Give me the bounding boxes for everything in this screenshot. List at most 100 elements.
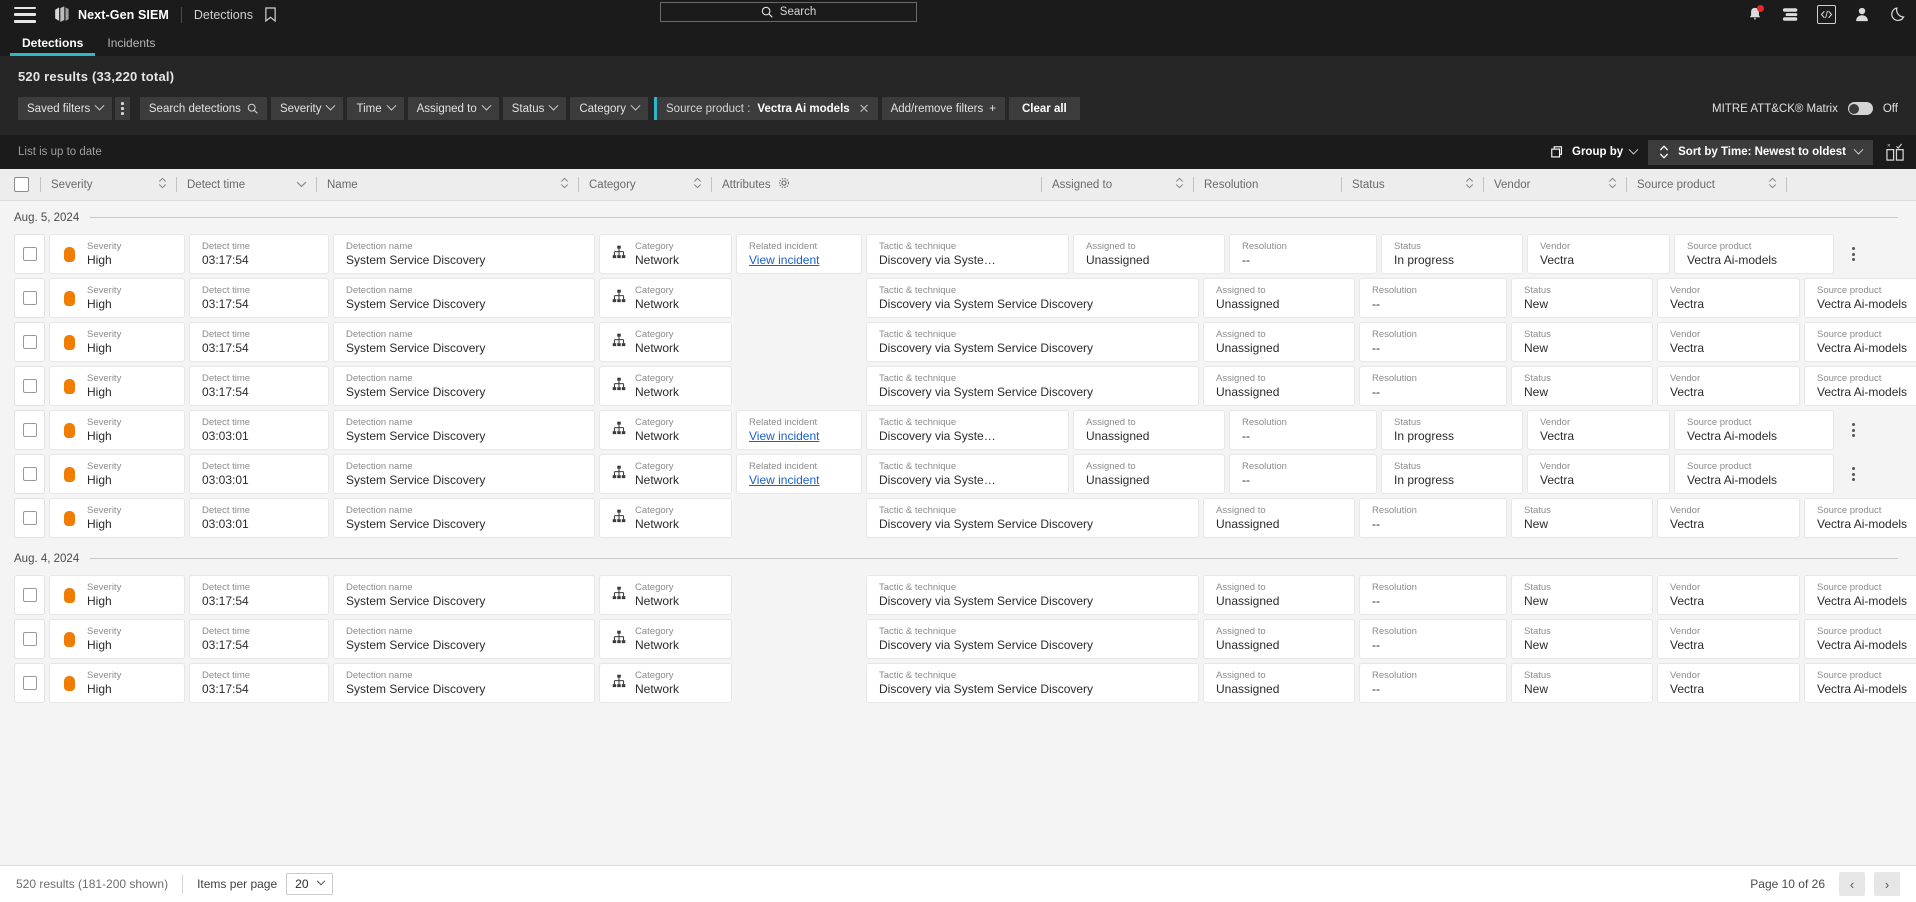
row-select-checkbox[interactable] [14,663,45,703]
column-header-vendor[interactable]: Vendor [1483,169,1626,200]
sort-toggle-icon[interactable] [1768,177,1777,192]
row-actions-button[interactable] [1838,234,1868,274]
mitre-matrix-toggle[interactable] [1847,102,1873,115]
row-select-checkbox[interactable] [14,454,45,494]
sort-by-button[interactable]: Sort by Time: Newest to oldest [1648,139,1873,165]
cell-detect-time: Detect time 03:17:54 [189,663,329,703]
column-header-assigned-to[interactable]: Assigned to [1041,169,1193,200]
column-header-name[interactable]: Name [316,169,578,200]
bookmark-icon[interactable] [264,7,277,22]
notifications-bell-icon[interactable] [1745,4,1765,25]
cell-value: In progress [1394,472,1455,487]
cell-value[interactable]: View incident [749,473,861,488]
code-icon[interactable] [1817,5,1836,24]
table-row[interactable]: Severity High Detect time 03:17:54 Detection… [14,278,1916,318]
filter-status-button[interactable]: Status [502,97,567,120]
next-page-button[interactable]: › [1874,872,1900,896]
column-header-resolution[interactable]: Resolution [1193,169,1341,200]
filter-assigned-to-button[interactable]: Assigned to [407,97,499,120]
row-select-checkbox[interactable] [14,278,45,318]
table-row[interactable]: Severity High Detect time 03:17:54 Detection… [14,322,1916,362]
cell-value: Discovery via System Service Discovery [879,296,1094,311]
cell-category: Category Network [599,410,732,450]
cell-value: Discovery via Syste… [879,428,996,443]
cell-label: Detect time [202,328,251,340]
active-filter-source-product[interactable]: Source product : Vectra Ai models ✕ [657,97,878,120]
sort-toggle-icon[interactable] [560,177,569,192]
cell-label: Resolution [1372,669,1417,681]
clear-all-button[interactable]: Clear all [1008,97,1080,120]
select-all-checkbox[interactable] [14,177,29,192]
sort-toggle-icon[interactable] [693,177,702,192]
sort-toggle-icon[interactable] [1465,177,1474,192]
column-header-detect-time[interactable]: Detect time [176,169,316,200]
cell-label: Status [1394,416,1421,428]
dark-mode-moon-icon[interactable] [1888,5,1908,25]
table-row[interactable]: Severity High Detect time 03:03:01 Detection… [14,454,1916,494]
table-row[interactable]: Severity High Detect time 03:03:01 Detection… [14,410,1916,450]
column-header-attributes[interactable]: Attributes [711,169,1041,200]
sort-toggle-icon[interactable] [1175,177,1184,192]
cell-value: High [87,472,112,487]
cell-label: Vendor [1670,372,1701,384]
row-actions-button[interactable] [1838,410,1868,450]
filter-time-button[interactable]: Time [347,97,404,120]
items-per-page-select[interactable]: 20 [286,873,333,895]
feed-icon[interactable] [1781,5,1801,25]
cell-value[interactable]: View incident [749,253,861,268]
cell-resolution: Resolution -- [1359,575,1507,615]
global-search-input[interactable]: Search [660,2,917,22]
add-remove-filters-button[interactable]: Add/remove filters + [881,97,1005,120]
column-header-source-product[interactable]: Source product [1626,169,1786,200]
close-icon[interactable]: ✕ [857,102,870,115]
table-row[interactable]: Severity High Detect time 03:03:01 Detection… [14,498,1916,538]
filter-more-options-button[interactable] [115,97,130,120]
column-header-category[interactable]: Category [578,169,711,200]
sort-toggle-icon[interactable] [158,177,167,192]
group-by-button[interactable]: Group by [1551,144,1639,159]
active-filter-key: Source product : [666,102,751,115]
tab-incidents[interactable]: Incidents [95,36,167,56]
choose-columns-icon[interactable]: × [1884,140,1906,164]
search-detections-input[interactable]: Search detections [139,97,267,120]
row-select-checkbox[interactable] [14,322,45,362]
filter-category-button[interactable]: Category [570,97,649,120]
cell-resolution: Resolution -- [1359,663,1507,703]
table-row[interactable]: Severity High Detect time 03:17:54 Detection… [14,619,1916,659]
row-select-checkbox[interactable] [14,410,45,450]
svg-text:×: × [1886,143,1890,150]
gear-icon[interactable] [778,177,790,192]
saved-filters-button[interactable]: Saved filters [18,97,113,120]
sort-desc-icon[interactable] [296,179,307,191]
previous-page-button[interactable]: ‹ [1839,872,1865,896]
column-header-status[interactable]: Status [1341,169,1483,200]
cell-value: Vectra Ai-models [1817,593,1908,608]
table-row[interactable]: Severity High Detect time 03:17:54 Detection… [14,663,1916,703]
filter-severity-button[interactable]: Severity [270,97,344,120]
row-select-checkbox[interactable] [14,575,45,615]
table-row[interactable]: Severity High Detect time 03:17:54 Detection… [14,234,1916,274]
cell-source-product: Source product Vectra Ai-models [1804,278,1916,318]
cell-label: Source product [1817,581,1882,593]
user-account-icon[interactable] [1852,5,1872,25]
table-row[interactable]: Severity High Detect time 03:17:54 Detection… [14,575,1916,615]
hamburger-menu-icon[interactable] [14,6,36,23]
row-select-checkbox[interactable] [14,498,45,538]
tab-detections[interactable]: Detections [10,36,96,56]
sort-toggle-icon[interactable] [1608,177,1617,192]
cell-value: In progress [1394,252,1455,267]
table-row[interactable]: Severity High Detect time 03:17:54 Detection… [14,366,1916,406]
column-header-severity[interactable]: Severity [40,169,176,200]
cell-label: Detect time [202,284,251,296]
row-actions-button[interactable] [1838,454,1868,494]
cell-value: System Service Discovery [346,472,486,487]
cell-value[interactable]: View incident [749,429,861,444]
cell-label: Severity [87,504,122,516]
row-select-checkbox[interactable] [14,619,45,659]
cell-label: Status [1524,372,1551,384]
cell-assigned-to: Assigned to Unassigned [1203,322,1355,362]
row-select-checkbox[interactable] [14,366,45,406]
cell-value: New [1524,384,1549,399]
row-select-checkbox[interactable] [14,234,45,274]
cell-label: Vendor [1540,240,1571,252]
